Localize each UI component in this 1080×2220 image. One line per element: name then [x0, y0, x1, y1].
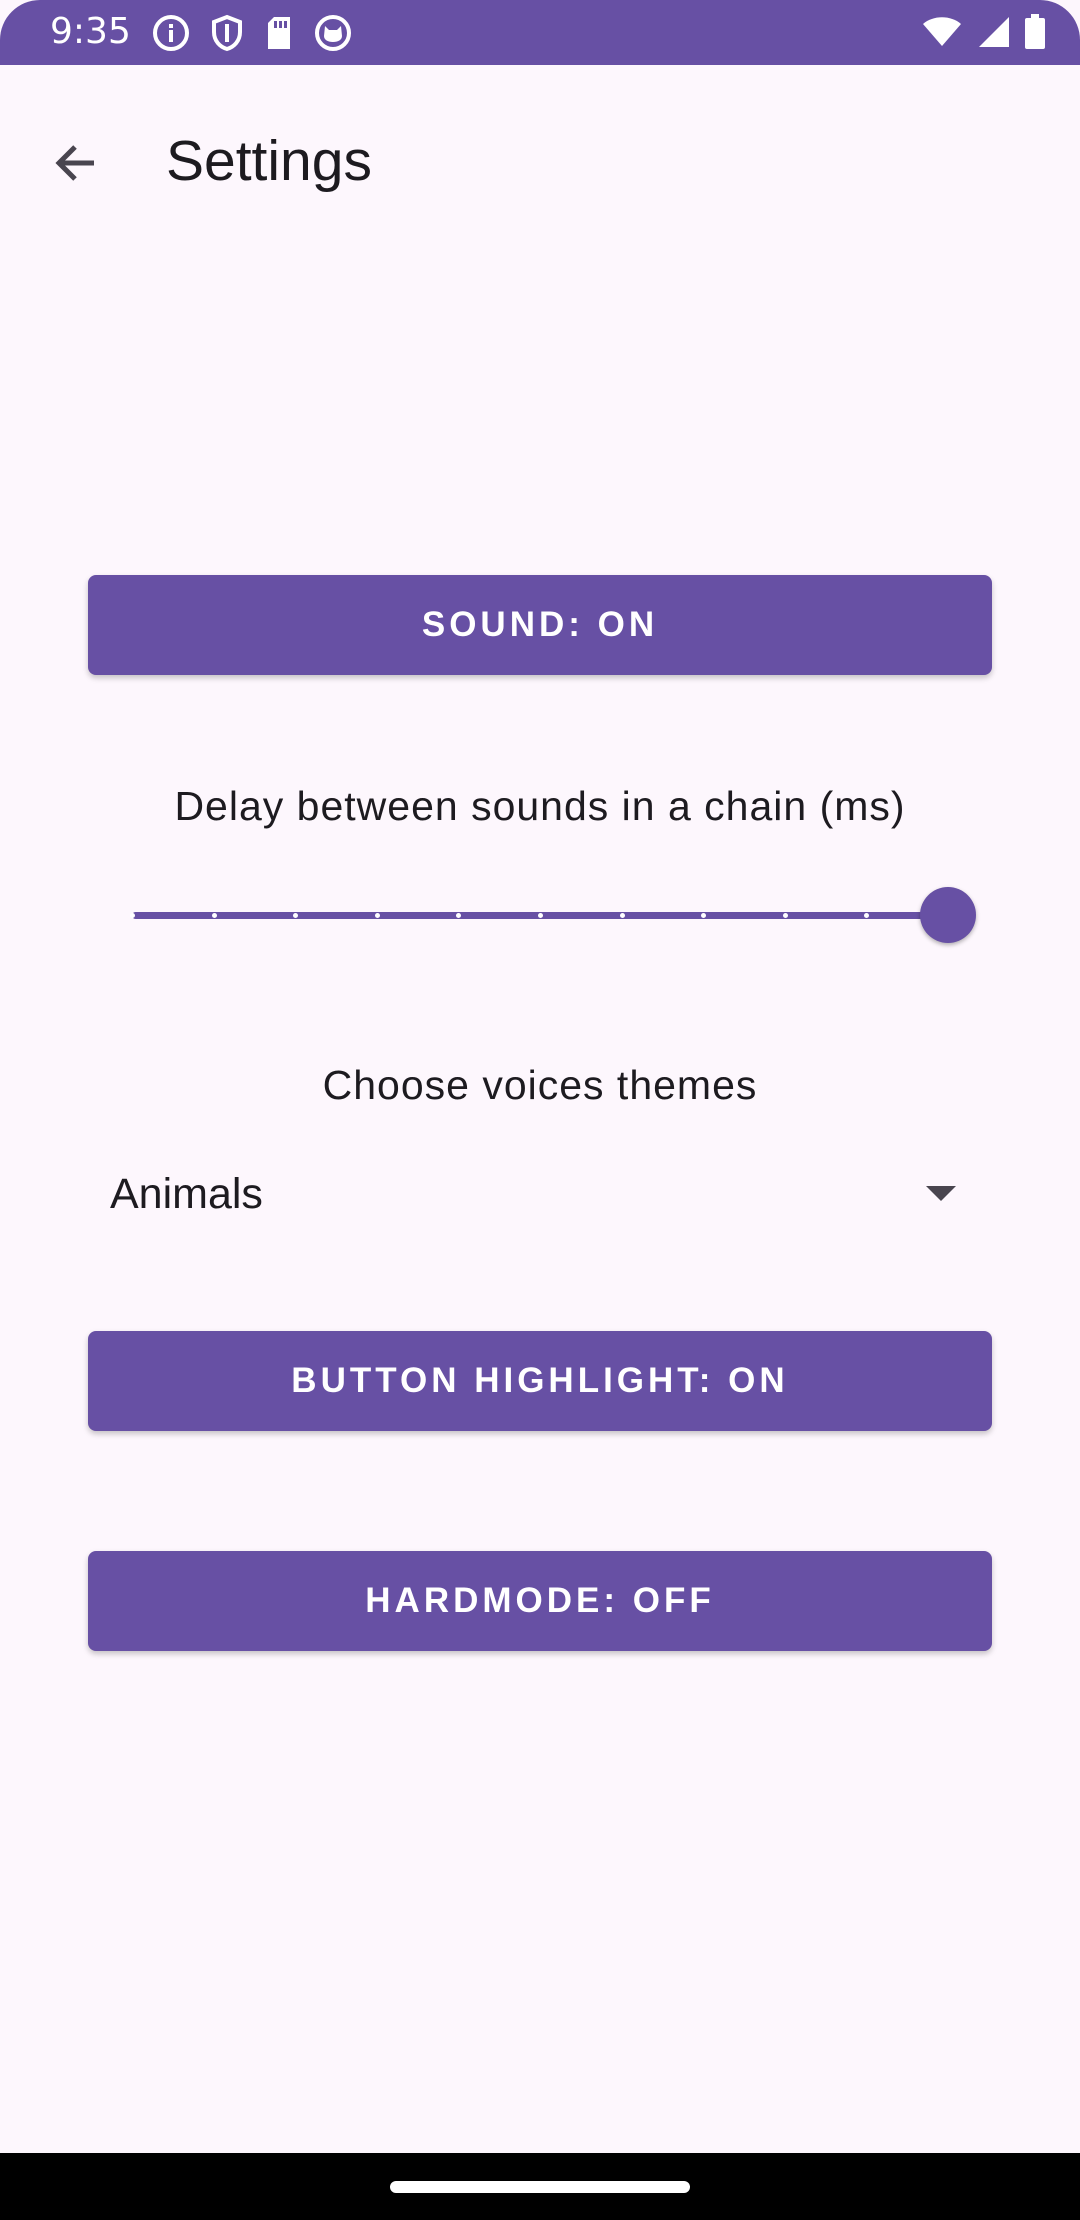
sound-toggle-button[interactable]: SOUND: ON: [88, 575, 992, 675]
app-bar: Settings: [0, 65, 1080, 245]
slider-tick: [538, 913, 543, 918]
button-highlight-toggle-button[interactable]: BUTTON HIGHLIGHT: ON: [88, 1331, 992, 1431]
shield-icon: [210, 14, 244, 52]
back-button[interactable]: [30, 120, 120, 210]
slider-tick: [782, 913, 788, 918]
dropdown-selected-value: Animals: [110, 1170, 263, 1218]
status-time: 9:35: [50, 11, 131, 52]
voices-theme-dropdown[interactable]: Animals: [88, 1160, 992, 1230]
info-icon: [152, 14, 190, 52]
arrow-back-icon: [50, 138, 100, 193]
status-bar: 9:35: [0, 0, 1080, 65]
delay-slider[interactable]: [124, 880, 984, 950]
status-system-icons: [922, 14, 1046, 50]
wifi-icon: [922, 16, 962, 48]
slider-thumb[interactable]: [920, 887, 976, 943]
navigation-bar: [0, 2153, 1080, 2220]
dropdown-arrow-icon: [926, 1186, 956, 1207]
battery-icon: [1024, 14, 1046, 50]
page-title: Settings: [166, 129, 372, 193]
slider-tick: [374, 913, 380, 918]
home-gesture-handle[interactable]: [390, 2181, 690, 2193]
cat-icon: [314, 14, 352, 52]
slider-tick: [130, 913, 135, 918]
status-notification-icons: [152, 14, 352, 52]
delay-label: Delay between sounds in a chain (ms): [174, 783, 906, 829]
voices-theme-label: Choose voices themes: [322, 1062, 758, 1108]
hardmode-toggle-button[interactable]: HARDMODE: OFF: [88, 1551, 992, 1651]
signal-icon: [976, 16, 1010, 48]
slider-tick: [619, 913, 625, 918]
slider-tick: [211, 913, 217, 918]
sd-card-icon: [264, 15, 294, 51]
